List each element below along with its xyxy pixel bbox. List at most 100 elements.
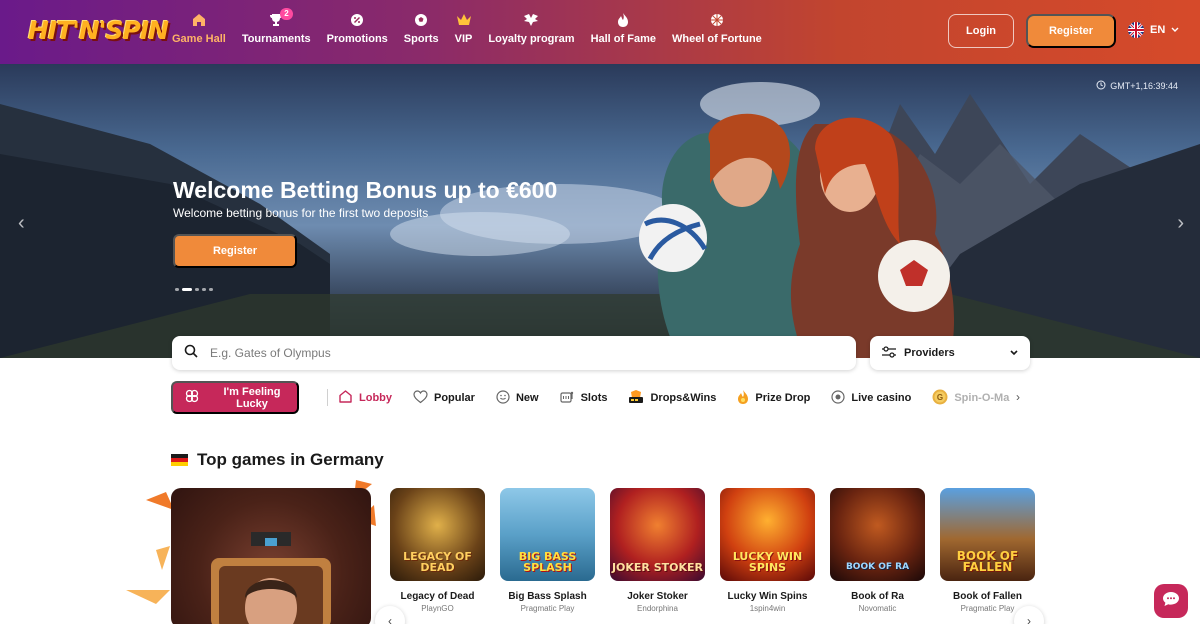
top-games-header: Top games in Germany xyxy=(171,450,384,470)
server-clock: GMT+1,16:39:44 xyxy=(1096,80,1178,92)
casino-page: HIT'N'SPIN Game Hall 2 Tournaments Promo… xyxy=(0,0,1200,624)
game-card[interactable]: Lucky Win Spins Lucky Win Spins 1spin4wi… xyxy=(720,488,815,613)
hero-subtitle: Welcome betting bonus for the first two … xyxy=(173,206,429,220)
brand-logo[interactable]: HIT'N'SPIN xyxy=(28,14,169,48)
category-tabs: Lobby Popular New Slots Drops&Wins Prize… xyxy=(338,388,1030,408)
hero-title: Welcome Betting Bonus up to €600 xyxy=(173,177,558,203)
nav-item-label: Tournaments xyxy=(241,33,311,45)
home-icon xyxy=(191,12,207,28)
game-provider: 1spin4win xyxy=(749,604,786,613)
register-button[interactable]: Register xyxy=(1026,14,1116,48)
percent-icon xyxy=(349,12,365,28)
game-provider: Endorphina xyxy=(637,604,678,613)
tournaments-badge: 2 xyxy=(280,8,293,20)
tab-label: Prize Drop xyxy=(755,392,811,404)
heart-icon xyxy=(413,389,428,407)
hero-pagination-dot[interactable] xyxy=(202,288,206,291)
top-navigation-bar: HIT'N'SPIN Game Hall 2 Tournaments Promo… xyxy=(0,0,1200,64)
hero-next-arrow-icon[interactable]: › xyxy=(1177,212,1184,235)
game-search-bar[interactable] xyxy=(172,336,856,370)
tab-label: Popular xyxy=(434,392,475,404)
game-provider: Pragmatic Play xyxy=(520,604,575,613)
game-thumbnail-lucky-win-spins: Lucky Win Spins xyxy=(720,488,815,581)
nav-item-vip[interactable]: VIP xyxy=(447,12,481,52)
uk-flag-icon xyxy=(1128,22,1144,38)
top-games-title: Top games in Germany xyxy=(197,450,384,469)
game-thumbnail-legacy-of-dead: Legacy of Dead xyxy=(390,488,485,581)
feeling-lucky-button[interactable]: I'm Feeling Lucky xyxy=(171,381,299,414)
tab-label: Spin-O-Ma xyxy=(954,392,1010,404)
nav-item-label: Promotions xyxy=(326,33,388,45)
tab-slots[interactable]: Slots xyxy=(559,390,608,407)
nav-item-loyalty[interactable]: Loyalty program xyxy=(480,12,582,52)
hero-pagination-dot[interactable] xyxy=(195,288,199,291)
prize-drop-icon xyxy=(737,389,749,407)
tab-lobby[interactable]: Lobby xyxy=(338,389,392,407)
chevron-right-icon: › xyxy=(1027,614,1031,624)
game-thumbnail-joker-stoker: Joker Stoker xyxy=(610,488,705,581)
hero-prev-arrow-icon[interactable]: ‹ xyxy=(18,212,25,235)
categories-next-arrow-icon[interactable]: › xyxy=(1016,390,1020,404)
game-card[interactable]: Book of Ra Book of Ra Novomatic xyxy=(830,488,925,613)
game-thumbnail-book-of-ra: Book of Ra xyxy=(830,488,925,581)
filter-sliders-icon xyxy=(882,345,896,361)
coin-icon: G xyxy=(932,389,948,408)
game-thumbnail-book-of-fallen: Book of Fallen xyxy=(940,488,1035,581)
tab-spin-o-matic[interactable]: G Spin-O-Ma xyxy=(932,389,1009,408)
hero-pagination-dot[interactable] xyxy=(175,288,179,291)
nav-item-label: Game Hall xyxy=(172,33,226,45)
game-card[interactable]: Legacy of Dead Legacy of Dead PlaynGO xyxy=(390,488,485,613)
hero-register-button[interactable]: Register xyxy=(173,234,297,268)
feeling-lucky-label: I'm Feeling Lucky xyxy=(223,385,281,410)
game-art-text: Joker Stoker xyxy=(611,561,704,574)
game-card[interactable]: Joker Stoker Joker Stoker Endorphina xyxy=(610,488,705,613)
tab-label: Slots xyxy=(580,392,608,404)
tab-drops-wins[interactable]: Drops&Wins xyxy=(628,389,716,407)
tab-new[interactable]: New xyxy=(496,389,539,407)
featured-game-card[interactable] xyxy=(171,488,371,624)
nav-item-hall-of-fame[interactable]: Hall of Fame xyxy=(583,12,664,52)
game-provider: Pragmatic Play xyxy=(960,604,1015,613)
game-title: Book of Ra xyxy=(851,591,904,602)
login-button[interactable]: Login xyxy=(948,14,1014,48)
language-code: EN xyxy=(1150,24,1166,36)
providers-dropdown[interactable]: Providers xyxy=(870,336,1030,370)
hero-pagination xyxy=(175,288,213,291)
game-provider: Novomatic xyxy=(858,604,897,613)
tab-prize-drop[interactable]: Prize Drop xyxy=(737,389,811,407)
hero-pagination-dot[interactable] xyxy=(209,288,213,291)
game-art-text: Lucky Win Spins xyxy=(732,550,803,574)
games-next-button[interactable]: › xyxy=(1014,606,1044,624)
tab-label: Lobby xyxy=(359,392,392,404)
game-art-text: Book of Fallen xyxy=(956,549,1019,574)
game-art-text: Big Bass Splash xyxy=(518,550,577,574)
search-input[interactable] xyxy=(210,346,810,360)
live-chat-button[interactable] xyxy=(1154,584,1188,618)
tab-live-casino[interactable]: Live casino xyxy=(831,389,912,407)
providers-label: Providers xyxy=(904,347,955,359)
clock-icon xyxy=(1096,80,1106,92)
smile-icon xyxy=(496,389,510,407)
hero-banner[interactable]: GMT+1,16:39:44 ‹ › Welcome Betting Bonus… xyxy=(0,64,1200,358)
svg-text:G: G xyxy=(937,393,943,402)
nav-item-promotions[interactable]: Promotions xyxy=(319,12,396,52)
clock-text: GMT+1,16:39:44 xyxy=(1110,81,1178,91)
game-card[interactable]: Big Bass Splash Big Bass Splash Pragmati… xyxy=(500,488,595,613)
game-title: Legacy of Dead xyxy=(400,591,475,602)
top-games-list: Legacy of Dead Legacy of Dead PlaynGO Bi… xyxy=(390,488,1035,613)
hero-pagination-dot[interactable] xyxy=(182,288,192,291)
nav-item-wheel-of-fortune[interactable]: Wheel of Fortune xyxy=(664,12,770,52)
language-selector[interactable]: EN xyxy=(1128,22,1179,38)
main-nav: Game Hall 2 Tournaments Promotions Sport… xyxy=(164,8,770,52)
nav-item-tournaments[interactable]: 2 Tournaments xyxy=(234,8,319,52)
live-icon xyxy=(831,389,846,407)
nav-item-sports[interactable]: Sports xyxy=(396,12,447,52)
tab-popular[interactable]: Popular xyxy=(413,389,475,407)
nav-item-game-hall[interactable]: Game Hall xyxy=(164,12,234,52)
game-art-text: Book of Ra xyxy=(845,562,910,572)
category-divider xyxy=(327,389,328,406)
tab-label: Live casino xyxy=(851,392,912,404)
game-card[interactable]: Book of Fallen Book of Fallen Pragmatic … xyxy=(940,488,1035,613)
chevron-left-icon: ‹ xyxy=(388,614,392,624)
soccer-ball-icon xyxy=(413,12,429,28)
